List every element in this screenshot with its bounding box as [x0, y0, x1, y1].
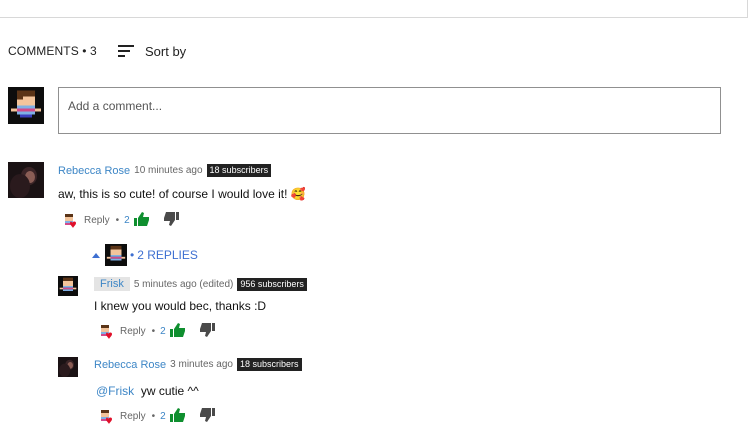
- reply-actions: Reply • 2: [98, 323, 215, 340]
- reply-text: I knew you would bec, thanks :D: [94, 299, 267, 313]
- dot-before-replies: •: [130, 248, 135, 262]
- current-user-avatar: [8, 87, 44, 124]
- like-count: 2: [160, 326, 166, 337]
- reply-timestamp: 3 minutes ago: [170, 359, 233, 370]
- replies-count-label: 2 REPLIES: [137, 248, 198, 262]
- reply-author-link[interactable]: Rebecca Rose: [94, 359, 166, 371]
- reply-button[interactable]: Reply: [120, 411, 146, 422]
- thumbs-up-icon[interactable]: [133, 212, 150, 229]
- sort-label: Sort by: [145, 43, 187, 59]
- subscriber-badge: 956 subscribers: [237, 277, 307, 291]
- separator-dot: •: [115, 215, 120, 226]
- chevron-up-icon: [92, 252, 100, 258]
- reply-text-body: yw cutie ^^: [140, 384, 199, 398]
- reply-avatar-heart-icon: [62, 213, 78, 229]
- comment-header: Rebecca Rose 10 minutes ago 18 subscribe…: [58, 164, 272, 177]
- sort-icon: [118, 45, 134, 57]
- reply-author-avatar: [58, 357, 78, 377]
- thumbs-down-icon[interactable]: [199, 323, 215, 340]
- reply-avatar-heart-icon: [98, 409, 114, 425]
- reply-actions: Reply • 2: [98, 408, 215, 425]
- top-panel-border: [0, 0, 748, 18]
- thumbs-up-icon[interactable]: [169, 408, 186, 425]
- reply-avatar-heart-icon: [98, 324, 114, 340]
- separator-dot: •: [151, 326, 156, 337]
- reply-button[interactable]: Reply: [84, 215, 110, 226]
- reply-header: Rebecca Rose 3 minutes ago 18 subscriber…: [94, 358, 302, 371]
- subscriber-badge: 18 subscribers: [236, 358, 302, 371]
- like-count: 2: [124, 215, 130, 226]
- comments-count: COMMENTS • 3: [8, 44, 97, 58]
- add-comment-input[interactable]: Add a comment...: [58, 87, 721, 134]
- replies-toggle[interactable]: • 2 REPLIES: [92, 244, 198, 266]
- reply-avatar: [105, 244, 127, 266]
- comment-actions: Reply • 2: [62, 212, 179, 229]
- reply-header: Frisk 5 minutes ago (edited) 956 subscri…: [94, 277, 307, 291]
- comment-author-link[interactable]: Rebecca Rose: [58, 165, 130, 177]
- separator-dot: •: [151, 411, 156, 422]
- like-count: 2: [160, 411, 166, 422]
- subscriber-badge: 18 subscribers: [206, 164, 272, 177]
- sort-by-button[interactable]: Sort by: [118, 43, 186, 59]
- reply-author-link[interactable]: Frisk: [94, 277, 130, 291]
- reply-author-avatar: [58, 276, 78, 296]
- mention-link[interactable]: @Frisk: [96, 384, 134, 398]
- thumbs-down-icon[interactable]: [199, 408, 215, 425]
- comment-timestamp: 10 minutes ago: [134, 165, 203, 176]
- commenter-avatar: [8, 162, 44, 198]
- reply-text: @Frisk yw cutie ^^: [96, 384, 199, 398]
- comment-text: aw, this is so cute! of course I would l…: [58, 187, 306, 201]
- add-comment-placeholder: Add a comment...: [68, 99, 163, 113]
- reply-button[interactable]: Reply: [120, 326, 146, 337]
- reply-timestamp: 5 minutes ago (edited): [133, 278, 234, 290]
- thumbs-up-icon[interactable]: [169, 323, 186, 340]
- thumbs-down-icon[interactable]: [163, 212, 179, 229]
